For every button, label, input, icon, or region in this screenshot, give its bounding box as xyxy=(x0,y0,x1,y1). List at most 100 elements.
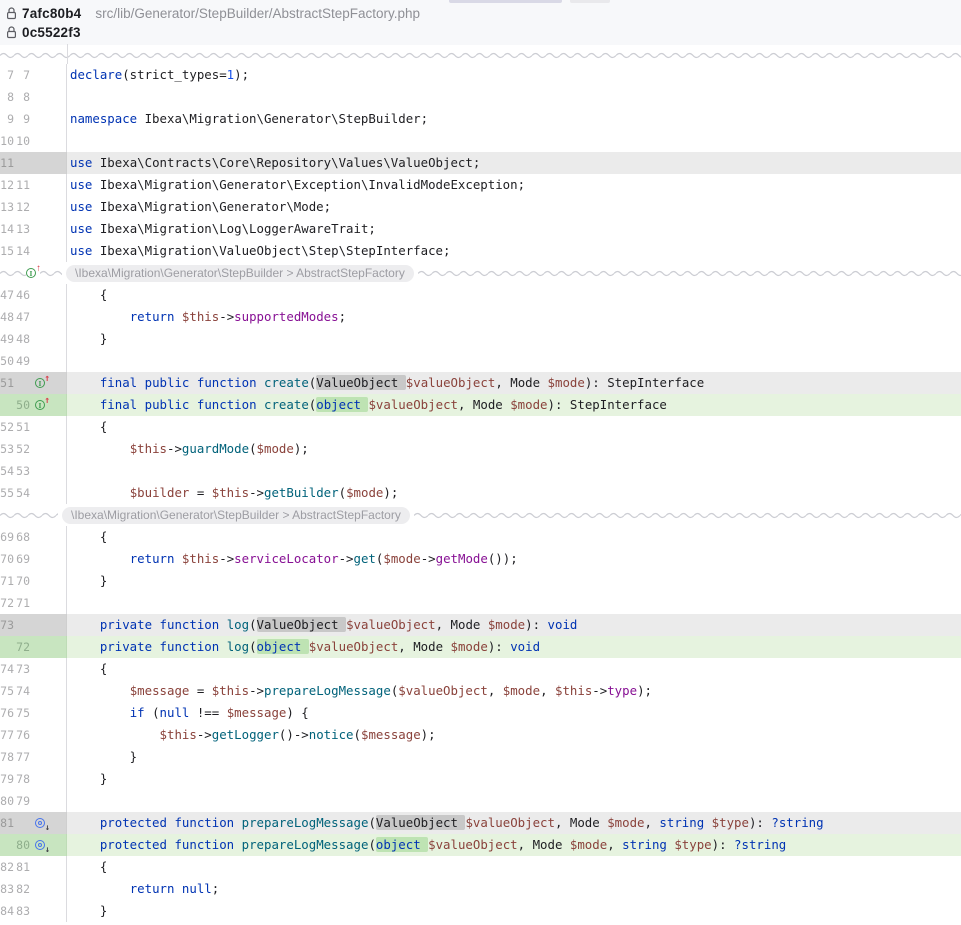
diff-line: 7271 xyxy=(0,592,961,614)
word-diff-chip: object xyxy=(376,837,428,852)
line-number-old: 77 xyxy=(0,728,14,742)
diff-line: 5453 xyxy=(0,460,961,482)
code-token xyxy=(137,397,144,412)
code-token: string xyxy=(622,837,667,852)
overridden-method-icon[interactable]: ↓ xyxy=(35,816,49,830)
collapsed-region-breadcrumb: \Ibexa\Migration\Generator\StepBuilder >… xyxy=(66,265,414,282)
line-gutter: 51I↑ xyxy=(0,372,67,394)
line-gutter: 73 xyxy=(0,614,67,636)
diff-header: 7afc80b4 src/lib/Generator/StepBuilder/A… xyxy=(0,0,961,45)
diff-line: 5554 $builder = $this->getBuilder($mode)… xyxy=(0,482,961,504)
code-token: type xyxy=(607,683,637,698)
collapsed-region-breadcrumb: \Ibexa\Migration\Generator\StepBuilder >… xyxy=(62,507,410,524)
line-gutter: 6968 xyxy=(0,526,67,548)
line-number-old: 81 xyxy=(0,816,14,830)
code-token xyxy=(70,881,130,896)
diff-line: 6968 { xyxy=(0,526,961,548)
diff-line: 1514use Ibexa\Migration\ValueObject\Step… xyxy=(0,240,961,262)
diff-line: 4948 } xyxy=(0,328,961,350)
code-token: $valueObject xyxy=(406,375,496,390)
code-token xyxy=(70,397,100,412)
collapsed-region-top[interactable] xyxy=(0,45,961,64)
line-number-old: 78 xyxy=(0,750,14,764)
line-gutter: 8483 xyxy=(0,900,67,922)
collapsed-region-separator[interactable]: \Ibexa\Migration\Generator\StepBuilder >… xyxy=(0,504,961,526)
code-token: , xyxy=(488,683,503,698)
code-token: Ibexa\Migration\Generator\StepBuilder; xyxy=(137,111,428,126)
gutter-icon-slot: I↑ xyxy=(35,398,53,412)
word-diff-chip: object xyxy=(316,397,368,412)
code-token: { xyxy=(70,287,107,302)
code-token: Ibexa\Migration\Generator\Mode; xyxy=(92,199,331,214)
code-line: } xyxy=(67,328,961,350)
line-number-new: 83 xyxy=(16,904,30,918)
line-gutter: 7877 xyxy=(0,746,67,768)
overridden-method-icon[interactable]: ↓ xyxy=(35,838,49,852)
line-gutter: 7271 xyxy=(0,592,67,614)
code-token xyxy=(189,397,196,412)
commit-row-new: 0c5522f3 xyxy=(6,23,961,42)
implements-interface-icon[interactable]: I↑ xyxy=(35,376,49,390)
line-gutter: 7978 xyxy=(0,768,67,790)
line-number-old: 15 xyxy=(0,244,14,258)
code-token: $valueObject xyxy=(428,837,518,852)
file-path: src/lib/Generator/StepBuilder/AbstractSt… xyxy=(95,6,420,21)
collapsed-region-separator[interactable]: I↑ \Ibexa\Migration\Generator\StepBuilder… xyxy=(0,262,961,284)
line-number-new: 12 xyxy=(16,200,30,214)
line-gutter: 1514 xyxy=(0,240,67,262)
code-token: , Mode xyxy=(436,617,488,632)
line-number-old: 47 xyxy=(0,288,14,302)
line-number-old: 49 xyxy=(0,332,14,346)
code-token: ?string xyxy=(771,815,823,830)
diff-line: 5352 $this->guardMode($mode); xyxy=(0,438,961,460)
commit-hash-new: 0c5522f3 xyxy=(22,25,81,40)
code-token: notice xyxy=(309,727,354,742)
diff-line: 99namespace Ibexa\Migration\Generator\St… xyxy=(0,108,961,130)
line-gutter: 1413 xyxy=(0,218,67,240)
code-token xyxy=(70,441,130,456)
code-token: $mode xyxy=(570,837,607,852)
wavy-separator-line xyxy=(414,511,961,519)
code-token: } xyxy=(70,771,107,786)
line-number-new: 69 xyxy=(16,552,30,566)
implements-interface-icon[interactable]: I↑ xyxy=(35,398,49,412)
diff-line: 8281 { xyxy=(0,856,961,878)
code-token: if xyxy=(130,705,145,720)
diff-line-added: 72 private function log(object $valueObj… xyxy=(0,636,961,658)
implements-interface-icon[interactable]: I↑ xyxy=(26,266,40,280)
code-token: -> xyxy=(339,551,354,566)
diff-line-removed: 81↓ protected function prepareLogMessage… xyxy=(0,812,961,834)
code-token: ): StepInterface xyxy=(585,375,704,390)
line-number-new: 68 xyxy=(16,530,30,544)
code-token: Ibexa\Migration\Generator\Exception\Inva… xyxy=(92,177,525,192)
code-token xyxy=(189,375,196,390)
lock-icon xyxy=(6,26,17,39)
code-token: protected xyxy=(100,837,167,852)
code-token: $this xyxy=(130,441,167,456)
code-token xyxy=(70,639,100,654)
code-token: $mode xyxy=(548,375,585,390)
code-token: Ibexa\Migration\Log\LoggerAwareTrait; xyxy=(92,221,375,236)
code-token: $this xyxy=(160,727,197,742)
code-token: Ibexa\Contracts\Core\Repository\Values\V… xyxy=(92,155,480,170)
code-token: Ibexa\Migration\ValueObject\Step\StepInt… xyxy=(92,243,450,258)
line-number-new: 8 xyxy=(16,90,30,104)
code-token: protected xyxy=(100,815,167,830)
code-token xyxy=(70,485,130,500)
code-token: ()-> xyxy=(279,727,309,742)
code-token: ) { xyxy=(286,705,308,720)
code-token: ( xyxy=(368,837,375,852)
line-gutter: 5352 xyxy=(0,438,67,460)
code-token: ); xyxy=(421,727,436,742)
diff-line: 7574 $message = $this->prepareLogMessage… xyxy=(0,680,961,702)
line-number-new: 74 xyxy=(16,684,30,698)
code-token: ( xyxy=(249,639,256,654)
code-token: -> xyxy=(421,551,436,566)
line-gutter: 77 xyxy=(0,64,67,86)
code-token xyxy=(174,551,181,566)
code-line: $builder = $this->getBuilder($mode); xyxy=(67,482,961,504)
line-gutter: 7574 xyxy=(0,680,67,702)
code-token: ); xyxy=(294,441,309,456)
line-number-old: 54 xyxy=(0,464,14,478)
word-diff-chip: object xyxy=(257,639,309,654)
